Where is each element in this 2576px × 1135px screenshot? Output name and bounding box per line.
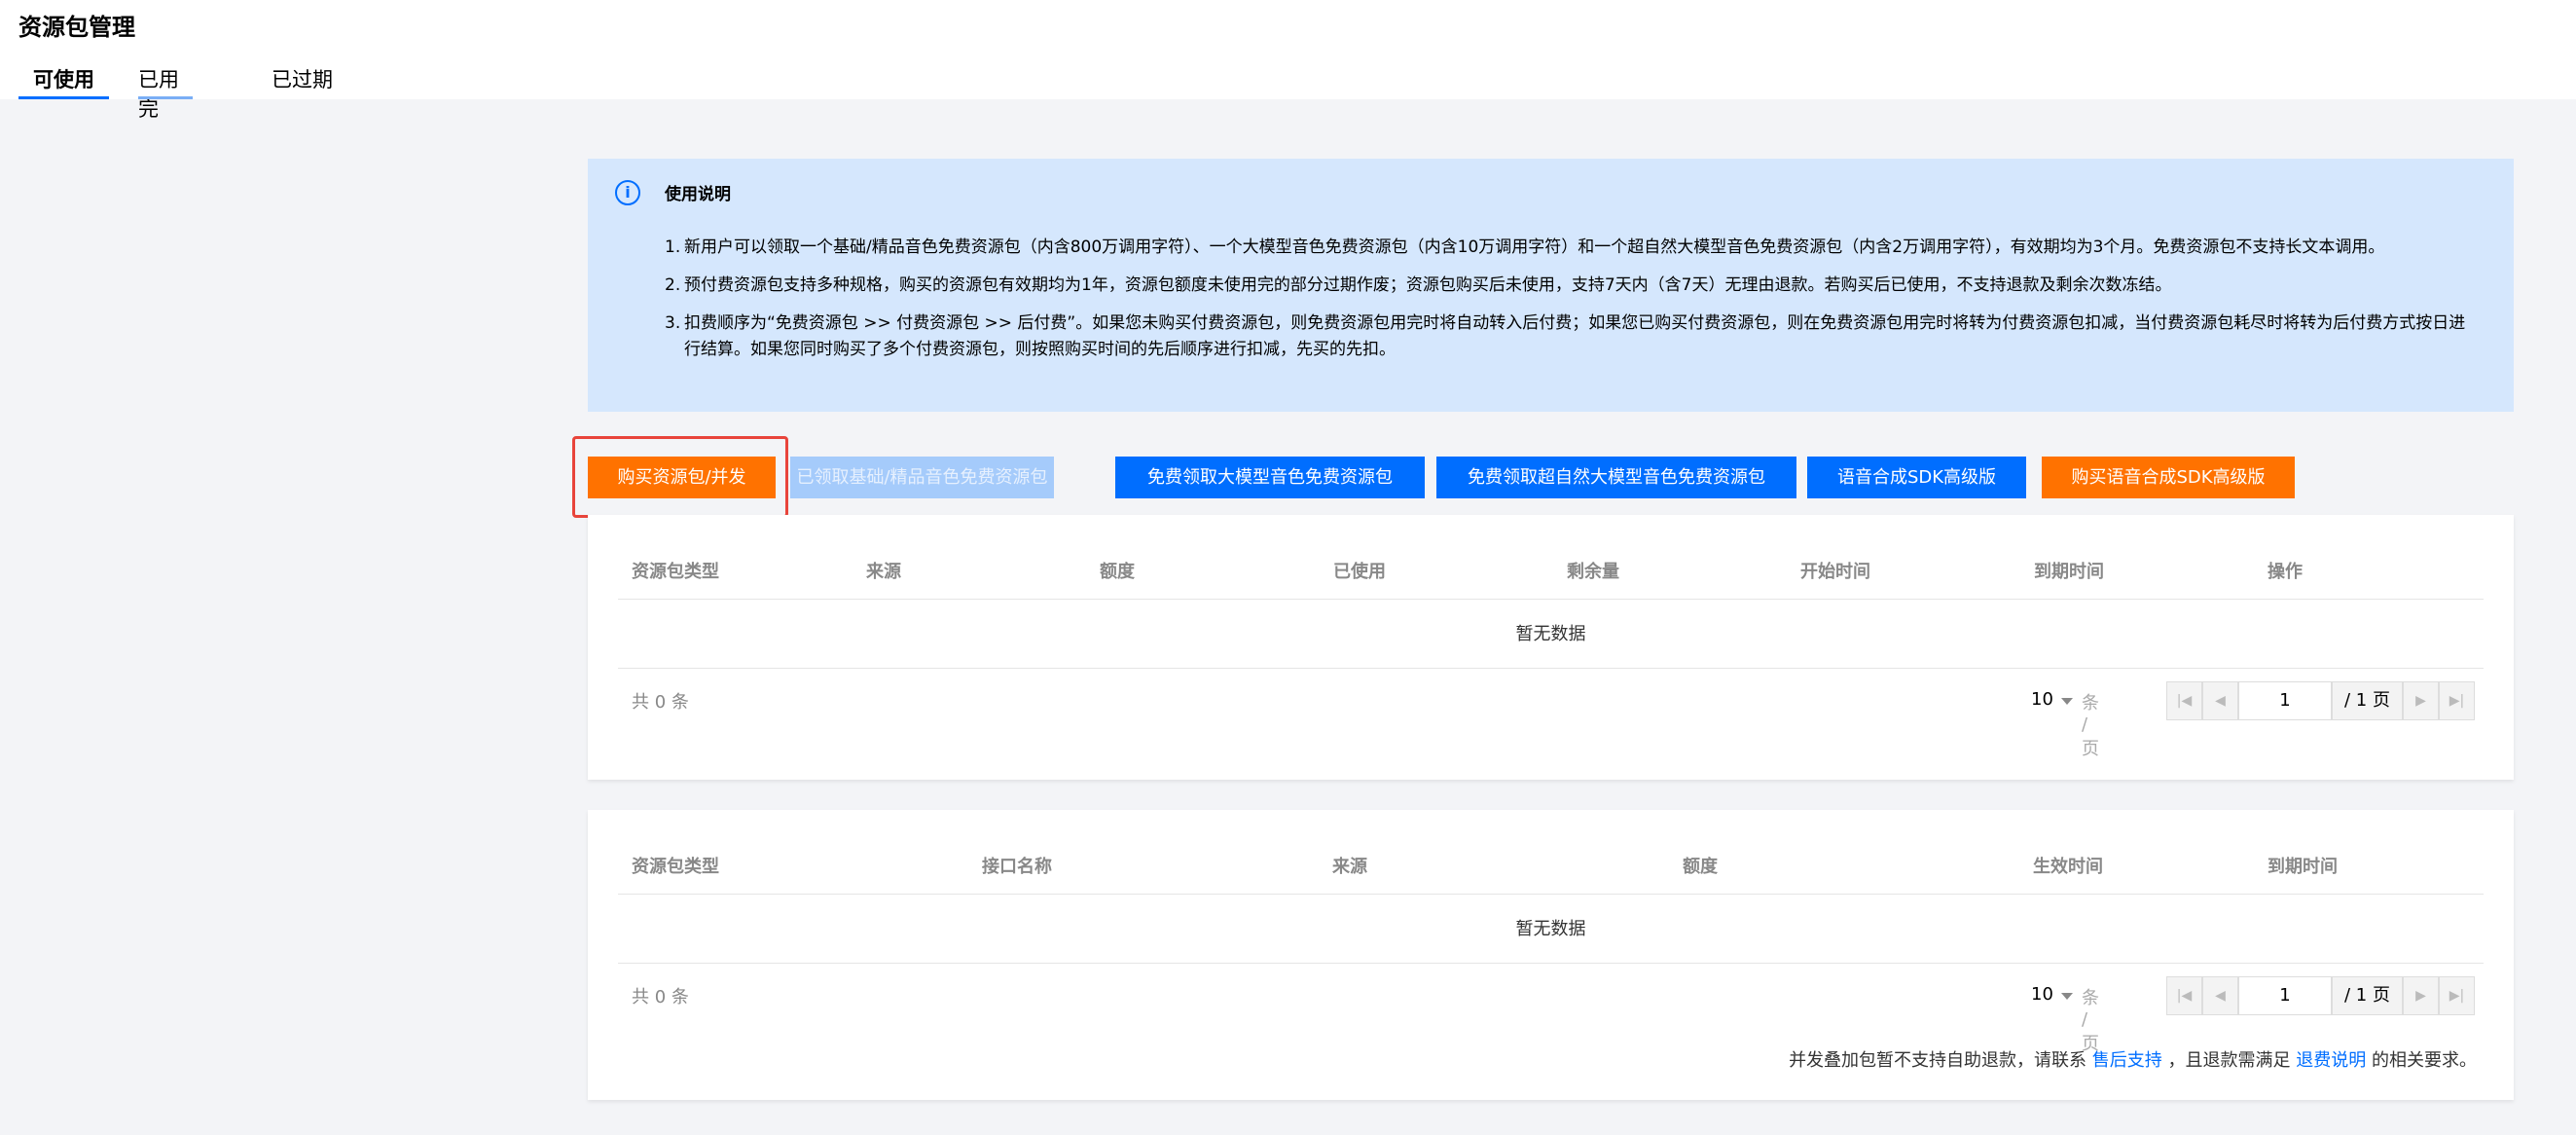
column-header: 开始时间 <box>1800 562 1870 582</box>
tab-used-up[interactable]: 已用完 <box>138 64 199 121</box>
page-number-input[interactable]: 1 <box>2238 681 2332 720</box>
last-page-icon[interactable]: ▶| <box>2439 681 2475 720</box>
next-page-icon[interactable]: ▶ <box>2403 976 2439 1015</box>
page-title: 资源包管理 <box>18 14 135 41</box>
tab-available[interactable]: 可使用 <box>18 64 109 99</box>
notice-item-number: 1. <box>665 238 681 257</box>
notice-item: 3. 扣费顺序为“免费资源包 >> 付费资源包 >> 后付费”。如果您未购买付费… <box>665 311 2475 363</box>
column-header: 到期时间 <box>2034 562 2104 582</box>
top-header: 资源包管理 可使用 已用完 已过期 <box>0 0 2576 121</box>
column-header: 已使用 <box>1333 562 1386 582</box>
page-number-input[interactable]: 1 <box>2238 976 2332 1015</box>
sdk-advanced-button[interactable]: 语音合成SDK高级版 <box>1807 457 2026 498</box>
column-header: 额度 <box>1683 857 1718 877</box>
next-page-icon[interactable]: ▶ <box>2403 681 2439 720</box>
page-total: / 1 页 <box>2332 976 2403 1015</box>
tab-expired[interactable]: 已过期 <box>272 64 340 99</box>
refund-note: 并发叠加包暂不支持自助退款，请联系 售后支持 ，且退款需满足 退费说明 的相关要… <box>1789 1046 2477 1072</box>
empty-state: 暂无数据 <box>618 600 2484 669</box>
page-size-value[interactable]: 10 <box>2031 689 2053 710</box>
buy-sdk-advanced-button[interactable]: 购买语音合成SDK高级版 <box>2042 457 2295 498</box>
tab-active-indicator <box>18 96 109 99</box>
tab-hover-indicator <box>138 96 193 99</box>
column-header: 额度 <box>1100 562 1135 582</box>
table-header: 资源包类型 来源 额度 已使用 剩余量 开始时间 到期时间 操作 <box>618 515 2484 600</box>
tab-expired-label: 已过期 <box>272 68 333 92</box>
column-header: 操作 <box>2268 562 2303 582</box>
prev-page-icon[interactable]: ◀ <box>2202 681 2238 720</box>
buy-package-button[interactable]: 购买资源包/并发 <box>588 457 776 498</box>
notice-item-number: 2. <box>665 275 681 295</box>
total-count: 共 0 条 <box>632 987 689 1007</box>
tab-available-label: 可使用 <box>33 68 94 92</box>
notice-item-text: 新用户可以领取一个基础/精品音色免费资源包（内含800万调用字符）、一个大模型音… <box>684 238 2385 257</box>
notice-item-text: 预付费资源包支持多种规格，购买的资源包有效期均为1年，资源包额度未使用完的部分过… <box>684 275 2172 295</box>
claim-llm-package-button[interactable]: 免费领取大模型音色免费资源包 <box>1115 457 1425 498</box>
column-header: 到期时间 <box>2268 857 2338 877</box>
notice-list: 1. 新用户可以领取一个基础/精品音色免费资源包（内含800万调用字符）、一个大… <box>665 235 2475 375</box>
column-header: 接口名称 <box>982 857 1052 877</box>
resource-package-table: 资源包类型 来源 额度 已使用 剩余量 开始时间 到期时间 操作 暂无数据 共 … <box>588 515 2514 780</box>
notice-item: 1. 新用户可以领取一个基础/精品音色免费资源包（内含800万调用字符）、一个大… <box>665 235 2475 261</box>
info-icon: i <box>615 180 640 205</box>
notice-item-number: 3. <box>665 313 681 333</box>
page-size-value[interactable]: 10 <box>2031 984 2053 1005</box>
claim-super-llm-package-button[interactable]: 免费领取超自然大模型音色免费资源包 <box>1436 457 1796 498</box>
empty-state: 暂无数据 <box>618 895 2484 964</box>
tab-used-up-label: 已用完 <box>138 68 179 121</box>
concurrency-package-table: 资源包类型 接口名称 来源 额度 生效时间 到期时间 暂无数据 共 0 条 10… <box>588 810 2514 1100</box>
column-header: 生效时间 <box>2033 857 2103 877</box>
notice-item: 2. 预付费资源包支持多种规格，购买的资源包有效期均为1年，资源包额度未使用完的… <box>665 273 2475 299</box>
notice-item-text: 扣费顺序为“免费资源包 >> 付费资源包 >> 后付费”。如果您未购买付费资源包… <box>684 313 2466 359</box>
column-header: 来源 <box>866 562 901 582</box>
table-header: 资源包类型 接口名称 来源 额度 生效时间 到期时间 <box>618 810 2484 895</box>
refund-note-text: ，且退款需满足 <box>2167 1050 2291 1071</box>
after-sales-support-link[interactable]: 售后支持 <box>2092 1050 2162 1071</box>
chevron-down-icon[interactable] <box>2061 698 2073 705</box>
per-page-label: 条 / 页 <box>2082 988 2099 1054</box>
per-page-label: 条 / 页 <box>2082 693 2099 759</box>
column-header: 剩余量 <box>1567 562 1619 582</box>
refund-note-text: 的相关要求。 <box>2372 1050 2477 1071</box>
last-page-icon[interactable]: ▶| <box>2439 976 2475 1015</box>
first-page-icon[interactable]: |◀ <box>2166 681 2202 720</box>
page-total: / 1 页 <box>2332 681 2403 720</box>
notice-title: 使用说明 <box>665 185 731 204</box>
prev-page-icon[interactable]: ◀ <box>2202 976 2238 1015</box>
first-page-icon[interactable]: |◀ <box>2166 976 2202 1015</box>
usage-notice: i 使用说明 1. 新用户可以领取一个基础/精品音色免费资源包（内含800万调用… <box>588 159 2514 412</box>
total-count: 共 0 条 <box>632 692 689 713</box>
chevron-down-icon[interactable] <box>2061 993 2073 1000</box>
refund-note-text: 并发叠加包暂不支持自助退款，请联系 <box>1789 1050 2087 1071</box>
claimed-basic-package-button: 已领取基础/精品音色免费资源包 <box>790 457 1054 498</box>
column-header: 资源包类型 <box>632 857 719 877</box>
column-header: 来源 <box>1332 857 1367 877</box>
column-header: 资源包类型 <box>632 562 719 582</box>
refund-policy-link[interactable]: 退费说明 <box>2296 1050 2366 1071</box>
